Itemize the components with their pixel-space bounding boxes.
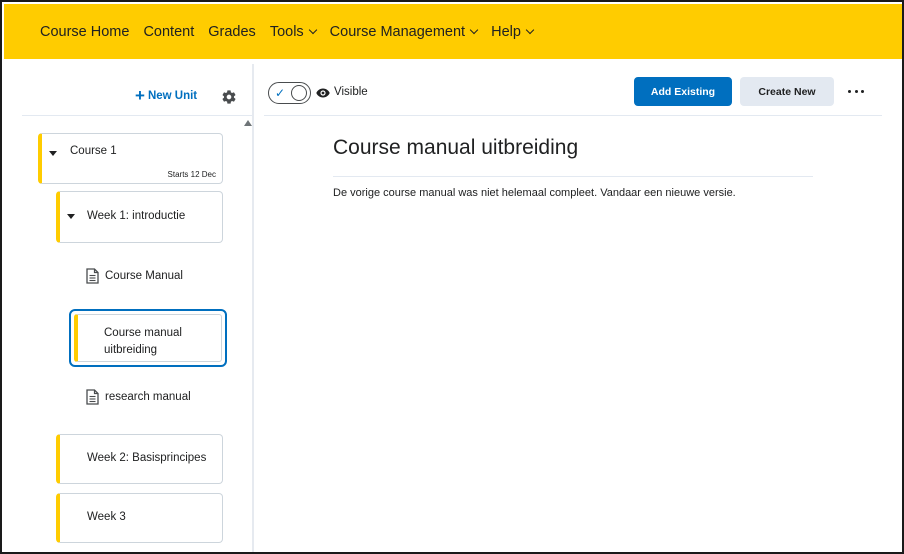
chevron-down-icon — [525, 25, 535, 35]
nav-help[interactable]: Help — [491, 23, 535, 40]
tree-toolbar: + New Unit — [22, 81, 252, 116]
gear-icon[interactable] — [221, 89, 237, 105]
unit-label: Week 2: Basisprincipes — [87, 452, 207, 464]
topic-course-manual[interactable]: Course Manual — [86, 268, 183, 284]
visibility-toggle[interactable]: ✓ — [268, 82, 311, 104]
unit-label: Week 1: introductie — [87, 210, 186, 222]
app-window: Course Home Content Grades Tools Course … — [0, 0, 904, 554]
nav-content[interactable]: Content — [143, 24, 194, 40]
topic-label: Course manual uitbreiding — [104, 327, 182, 356]
topic-course-manual-uitbreiding[interactable]: Course manual uitbreiding — [74, 314, 222, 362]
nav-label: Course Home — [40, 23, 130, 40]
nav-course-management[interactable]: Course Management — [329, 23, 479, 40]
nav-grades[interactable]: Grades — [208, 24, 256, 40]
nav-label: Course Management — [329, 23, 466, 40]
topic-selected-focus[interactable]: Course manual uitbreiding — [69, 309, 227, 367]
chevron-down-icon — [469, 25, 479, 35]
more-options-icon[interactable] — [848, 83, 864, 99]
unit-week-1[interactable]: Week 1: introductie — [56, 191, 223, 243]
visibility-label: Visible — [334, 86, 368, 98]
nav-course-home[interactable]: Course Home — [40, 24, 129, 40]
topic-research-manual[interactable]: research manual — [86, 389, 191, 405]
toggle-knob — [291, 85, 307, 101]
unit-label: Week 3 — [87, 511, 126, 523]
divider — [333, 176, 813, 177]
caret-down-icon[interactable] — [49, 151, 57, 156]
unit-week-3[interactable]: Week 3 — [56, 493, 223, 543]
new-unit-button[interactable]: + New Unit — [135, 86, 198, 105]
nav-label: Grades — [208, 23, 256, 40]
top-navigation: Course Home Content Grades Tools Course … — [4, 4, 902, 59]
nav-label: Tools — [269, 23, 304, 40]
add-existing-button[interactable]: Add Existing — [634, 77, 732, 106]
topic-description: De vorige course manual was niet helemaa… — [333, 187, 736, 199]
plus-icon: + — [135, 86, 145, 105]
document-icon — [86, 389, 99, 405]
topic-toolbar: ✓ Visible Add Existing Create New — [264, 76, 882, 116]
check-icon: ✓ — [275, 86, 286, 100]
unit-label: Course 1 — [70, 145, 117, 157]
eye-icon — [316, 88, 330, 98]
unit-week-2[interactable]: Week 2: Basisprincipes — [56, 434, 223, 484]
panel-divider — [252, 64, 254, 552]
chevron-down-icon — [308, 25, 317, 35]
nav-tools[interactable]: Tools — [269, 23, 317, 40]
caret-down-icon[interactable] — [67, 214, 75, 219]
scroll-up-icon[interactable] — [244, 120, 252, 126]
document-icon — [86, 268, 99, 284]
page-title: Course manual uitbreiding — [333, 136, 579, 159]
unit-course-1[interactable]: Course 1 Starts 12 Dec — [38, 133, 223, 184]
nav-label: Help — [491, 23, 521, 40]
create-new-button[interactable]: Create New — [740, 77, 834, 106]
topic-label: research manual — [105, 391, 191, 403]
topic-label: Course Manual — [105, 270, 183, 282]
new-unit-label: New Unit — [147, 90, 198, 102]
nav-label: Content — [143, 23, 195, 40]
start-date: Starts 12 Dec — [167, 170, 216, 179]
